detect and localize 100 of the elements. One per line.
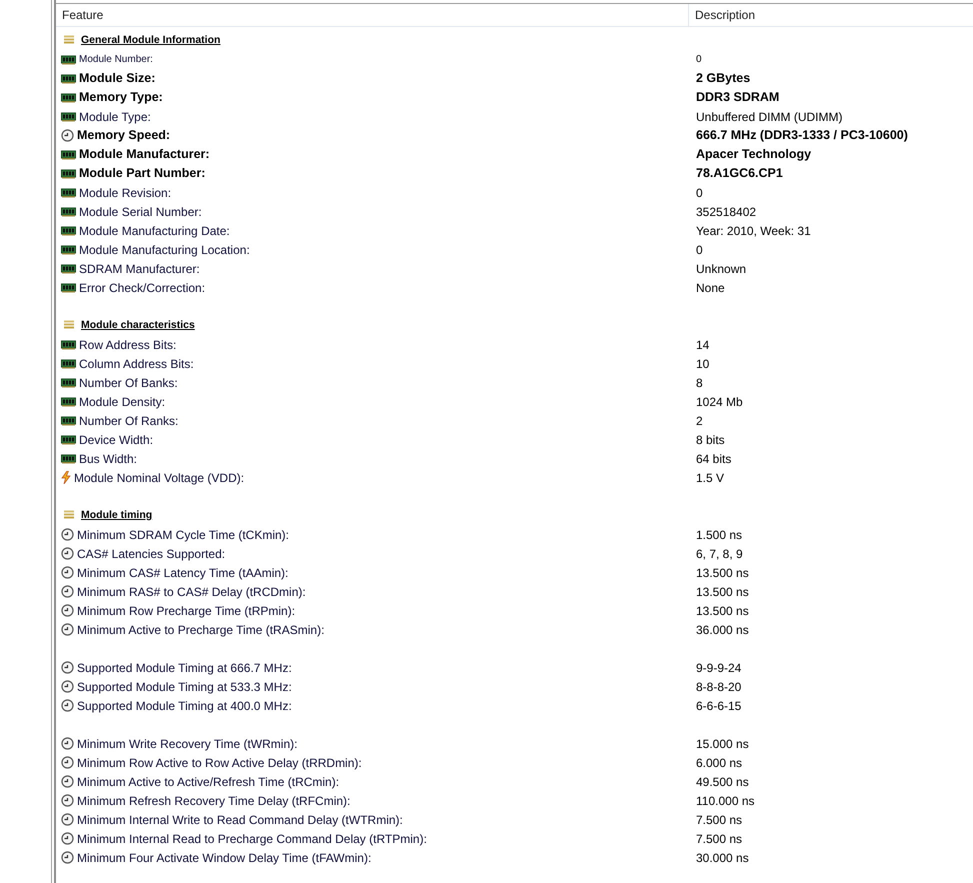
module-icon (61, 244, 76, 255)
value-text: 666.7 MHz (DDR3-1333 / PC3-10600) (695, 127, 908, 144)
feature-label: Number Of Ranks: (79, 412, 178, 430)
clock-icon (61, 604, 74, 617)
feature-label: Device Width: (79, 432, 154, 448)
clock-icon (61, 794, 74, 807)
value-text: 6.000 ns (695, 754, 742, 772)
feature-label: Supported Module Timing at 533.3 MHz: (77, 678, 292, 696)
feature-label: SDRAM Manufacturer: (79, 260, 200, 278)
feature-label: Minimum Four Activate Window Delay Time (tFAWmin): (77, 850, 372, 866)
module-icon (61, 358, 76, 369)
feature-label: Module Type: (79, 108, 151, 126)
value-text: 0 (695, 242, 703, 258)
section-heading: Module timing (81, 508, 152, 523)
module-icon (61, 282, 76, 293)
feature-label: Memory Type: (79, 89, 163, 106)
clock-icon (61, 756, 74, 769)
feature-label: Row Address Bits: (79, 336, 176, 354)
column-header[interactable]: Feature (56, 4, 689, 26)
feature-label: Column Address Bits: (79, 356, 194, 372)
value-text: 78.A1GC6.CP1 (695, 165, 783, 182)
feature-label: Minimum Active to Precharge Time (tRASmin): (77, 622, 324, 638)
module-icon (61, 396, 76, 407)
value-text: 1024 Mb (695, 394, 743, 410)
value-text: 36.000 ns (695, 622, 749, 638)
clock-icon (61, 737, 74, 750)
value-text: 2 GBytes (695, 70, 750, 88)
feature-label: Minimum Refresh Recovery Time Delay (tRFCmin): (77, 792, 350, 810)
clock-icon (61, 528, 74, 541)
feature-label: Module Serial Number: (79, 204, 202, 220)
value-text: 10 (695, 356, 710, 372)
value-text: 13.500 ns (695, 584, 749, 600)
value-text: 1.5 V (695, 470, 724, 486)
column-header[interactable]: Description (689, 4, 762, 26)
value-text: 7.500 ns (695, 830, 742, 848)
value-text: 1.500 ns (695, 526, 742, 544)
feature-label: Minimum CAS# Latency Time (tAAmin): (77, 564, 288, 582)
value-text: 352518402 (695, 204, 756, 220)
value-text: 49.500 ns (695, 774, 749, 790)
value-text: 6, 7, 8, 9 (695, 546, 743, 562)
clock-icon (61, 661, 74, 674)
value-text: 0 (695, 53, 702, 67)
value-text: 13.500 ns (695, 564, 749, 582)
feature-label: CAS# Latencies Supported: (77, 546, 226, 562)
module-icon (61, 54, 76, 65)
value-text: 7.500 ns (695, 812, 742, 828)
value-text: 6-6-6-15 (695, 698, 742, 714)
clock-icon (61, 623, 74, 636)
value-text: 30.000 ns (695, 850, 749, 866)
module-icon (61, 434, 76, 445)
section-heading: Module characteristics (81, 318, 195, 333)
section-heading: General Module Information (81, 32, 220, 48)
feature-label: Minimum Internal Write to Read Command Delay (tWTRmin): (77, 812, 403, 828)
value-text: DDR3 SDRAM (695, 89, 780, 106)
feature-label: Minimum Row Precharge Time (tRPmin): (77, 602, 296, 620)
clock-icon (61, 832, 74, 845)
module-icon (61, 263, 76, 274)
feature-label: Module Part Number: (79, 165, 206, 182)
module-icon (61, 453, 76, 464)
clock-icon (61, 775, 74, 788)
clock-icon (61, 585, 74, 598)
clock-icon (61, 566, 74, 579)
module-icon (61, 111, 76, 122)
value-text: 14 (695, 336, 710, 354)
feature-label: Minimum RAS# to CAS# Delay (tRCDmin): (77, 584, 306, 600)
feature-label: Minimum Write Recovery Time (tWRmin): (77, 736, 298, 752)
clock-icon (61, 851, 74, 864)
module-icon (61, 73, 76, 84)
feature-label: Module Manufacturing Location: (79, 242, 250, 258)
value-text: 13.500 ns (695, 602, 749, 620)
value-text: None (695, 280, 725, 296)
value-text: 8-8-8-20 (695, 678, 742, 696)
module-icon (61, 187, 76, 198)
value-text: Unbuffered DIMM (UDIMM) (695, 108, 842, 126)
value-text: Unknown (695, 260, 746, 278)
clock-icon (61, 813, 74, 826)
module-icon (61, 415, 76, 426)
clock-icon (61, 547, 74, 560)
feature-label: Minimum SDRAM Cycle Time (tCKmin): (77, 526, 290, 544)
feature-label: Number Of Banks: (79, 374, 178, 392)
feature-label: Bus Width: (79, 450, 138, 468)
feature-label: Module Number: (79, 53, 153, 67)
feature-label: Minimum Row Active to Row Active Delay (tRRDmin): (77, 754, 362, 772)
clock-icon (61, 129, 74, 142)
value-text: 110.000 ns (695, 792, 754, 810)
module-icon (61, 206, 76, 217)
value-text: Year: 2010, Week: 31 (695, 222, 811, 240)
module-icon (61, 149, 76, 160)
feature-label: Module Revision: (79, 184, 172, 202)
value-text: 8 bits (695, 432, 725, 448)
feature-label: Memory Speed: (77, 127, 170, 144)
module-icon (61, 92, 76, 103)
module-icon (61, 377, 76, 388)
value-text: 8 (695, 374, 703, 392)
module-icon (61, 225, 76, 236)
feature-label: Module Nominal Voltage (VDD): (74, 470, 244, 486)
value-text: 9-9-9-24 (695, 660, 742, 676)
module-icon (61, 339, 76, 350)
module-icon (61, 168, 76, 179)
feature-label: Error Check/Correction: (79, 280, 206, 296)
